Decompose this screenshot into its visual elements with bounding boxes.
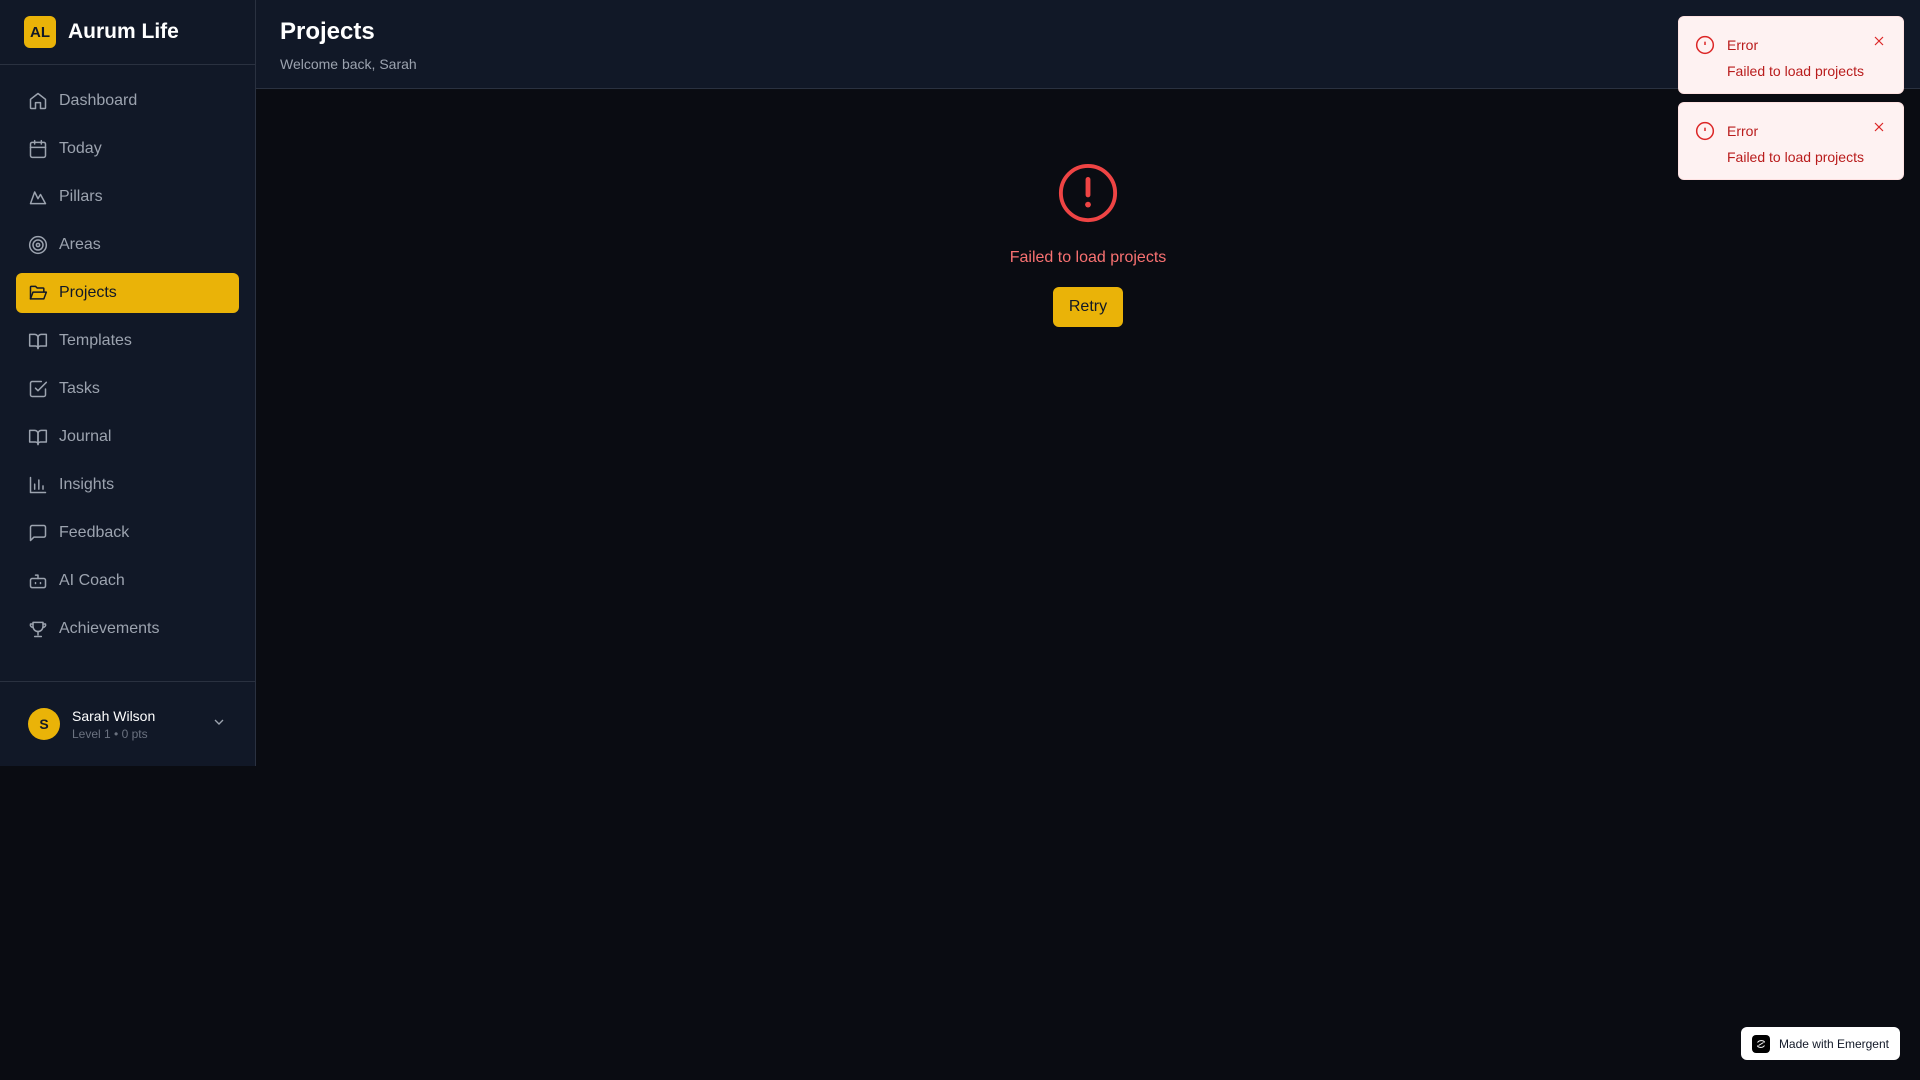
- sidebar-item-label: Pillars: [59, 188, 103, 205]
- sidebar-item-tasks[interactable]: Tasks: [16, 369, 239, 409]
- sidebar-item-dashboard[interactable]: Dashboard: [16, 81, 239, 121]
- alert-circle-icon: [1057, 162, 1119, 229]
- close-icon[interactable]: [1871, 119, 1887, 140]
- alert-circle-icon: [1695, 35, 1715, 60]
- sidebar-item-label: Today: [59, 140, 102, 157]
- chevron-down-icon[interactable]: [211, 714, 227, 735]
- sidebar-item-label: Journal: [59, 428, 112, 445]
- sidebar-item-label: Achievements: [59, 620, 160, 637]
- sidebar: AL Aurum Life Dashboard Today Pillars Ar…: [0, 0, 256, 766]
- user-name: Sarah Wilson: [72, 707, 156, 724]
- target-icon: [28, 235, 48, 255]
- sidebar-item-label: AI Coach: [59, 572, 125, 589]
- alert-circle-icon: [1695, 121, 1715, 146]
- sidebar-item-label: Templates: [59, 332, 132, 349]
- user-level: Level 1 • 0 pts: [72, 726, 148, 741]
- sidebar-item-journal[interactable]: Journal: [16, 417, 239, 457]
- error-message: Failed to load projects: [1009, 249, 1167, 266]
- toast-title: Error: [1727, 37, 1759, 53]
- error-toast: Error Failed to load projects: [1678, 16, 1904, 94]
- calendar-icon: [29, 139, 47, 159]
- page-header: Projects Welcome back, Sarah: [256, 0, 1920, 89]
- sidebar-item-insights[interactable]: Insights: [16, 465, 239, 505]
- sidebar-item-label: Areas: [59, 236, 101, 253]
- home-icon: [29, 92, 47, 110]
- sidebar-item-label: Tasks: [59, 380, 100, 397]
- error-toast: Error Failed to load projects: [1678, 102, 1904, 180]
- made-with-emergent-badge[interactable]: Made with Emergent: [1740, 1027, 1900, 1060]
- badge-label: Made with Emergent: [1778, 1036, 1889, 1051]
- brand: AL Aurum Life: [0, 0, 255, 65]
- error-state: Failed to load projects Retry: [256, 162, 1920, 327]
- sidebar-item-areas[interactable]: Areas: [16, 225, 239, 265]
- close-icon[interactable]: [1871, 33, 1887, 54]
- sidebar-item-achievements[interactable]: Achievements: [16, 609, 239, 649]
- folder-open-icon: [29, 285, 48, 300]
- message-square-icon: [29, 524, 47, 542]
- user-info: Sarah Wilson Level 1 • 0 pts: [72, 708, 211, 741]
- sidebar-item-label: Feedback: [59, 524, 130, 541]
- page-subtitle: Welcome back, Sarah: [280, 56, 417, 72]
- book-open-icon: [28, 429, 48, 446]
- sidebar-item-label: Insights: [59, 476, 115, 493]
- page-title: Projects: [280, 18, 375, 45]
- brand-name[interactable]: Aurum Life: [68, 20, 179, 44]
- toast-message: Failed to load projects: [1727, 63, 1864, 79]
- avatar: S: [28, 708, 60, 740]
- sidebar-item-label: Dashboard: [59, 92, 138, 109]
- bar-chart-icon: [29, 476, 47, 494]
- user-menu[interactable]: S Sarah Wilson Level 1 • 0 pts: [0, 681, 255, 766]
- brand-logo[interactable]: AL: [24, 16, 56, 48]
- check-square-icon: [29, 380, 48, 398]
- sidebar-item-projects[interactable]: Projects: [16, 273, 239, 313]
- bot-icon: [29, 574, 47, 589]
- trophy-icon: [29, 621, 47, 638]
- toast-message: Failed to load projects: [1727, 149, 1864, 165]
- sidebar-nav: Dashboard Today Pillars Areas Projects T…: [0, 65, 255, 681]
- emergent-logo-icon: [1751, 1034, 1770, 1053]
- sidebar-item-pillars[interactable]: Pillars: [16, 177, 239, 217]
- sidebar-item-ai-coach[interactable]: AI Coach: [16, 561, 239, 601]
- sidebar-item-label: Projects: [59, 284, 117, 301]
- sidebar-item-templates[interactable]: Templates: [16, 321, 239, 361]
- retry-button[interactable]: Retry: [1052, 287, 1124, 327]
- sidebar-item-feedback[interactable]: Feedback: [16, 513, 239, 553]
- toast-title: Error: [1727, 123, 1759, 139]
- sidebar-item-today[interactable]: Today: [16, 129, 239, 169]
- mountain-icon: [29, 191, 47, 205]
- book-open-icon: [28, 333, 48, 350]
